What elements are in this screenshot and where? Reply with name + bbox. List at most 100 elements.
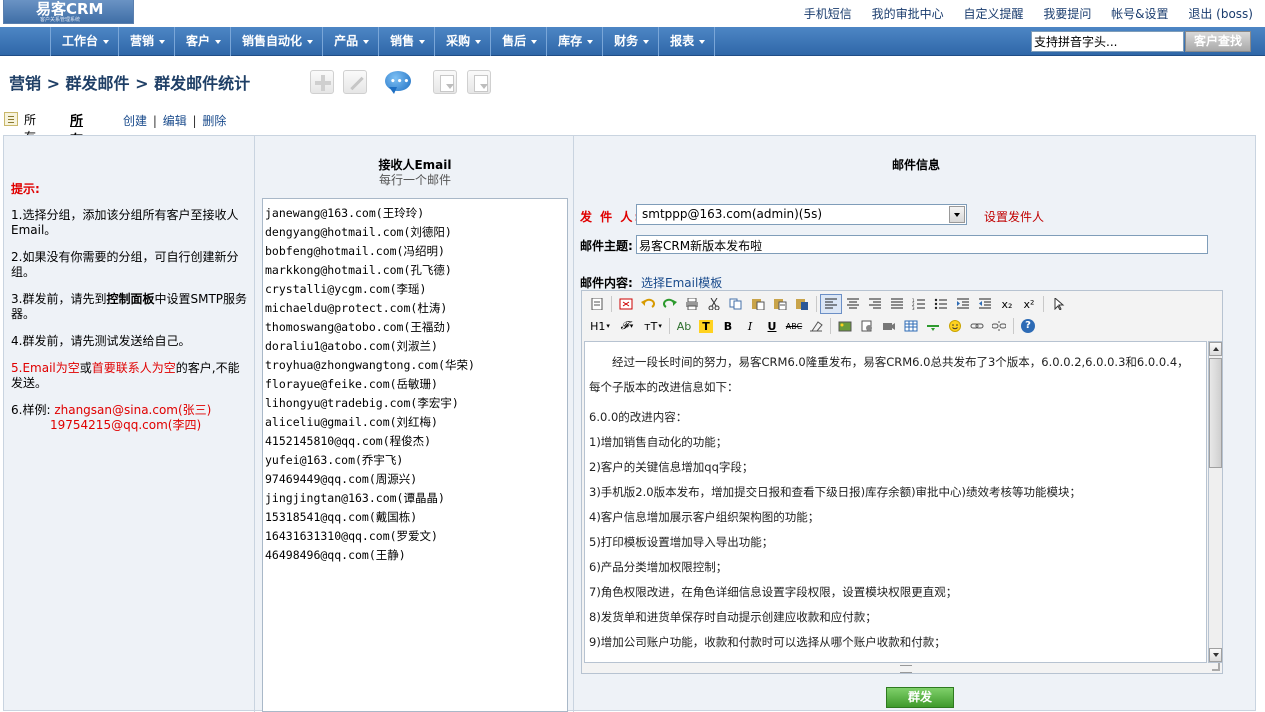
nav-sales[interactable]: 销售 xyxy=(378,27,434,56)
help-icon[interactable]: ? xyxy=(1017,316,1039,336)
align-center-icon[interactable] xyxy=(842,294,864,314)
emoticon-icon[interactable] xyxy=(944,316,966,336)
highlight-color-icon[interactable]: T xyxy=(695,316,717,336)
image-icon[interactable] xyxy=(834,316,856,336)
source-icon[interactable] xyxy=(586,294,608,314)
font-size-dropdown[interactable]: тT ▾ xyxy=(640,316,666,336)
select-all-icon[interactable] xyxy=(1047,294,1069,314)
sender-select[interactable]: smtppp@163.com(admin)(5s) xyxy=(636,204,967,225)
paste-text-icon[interactable] xyxy=(769,294,791,314)
remove-format-icon[interactable] xyxy=(805,316,827,336)
logo-subtext: 客户关系管理系统 xyxy=(40,17,81,23)
preview-icon[interactable] xyxy=(615,294,637,314)
paste-icon[interactable] xyxy=(747,294,769,314)
align-left-icon[interactable] xyxy=(820,294,842,314)
resize-grip-icon[interactable] xyxy=(900,665,912,673)
tip-4: 4.群发前，请先测试发送给自己。 xyxy=(11,334,191,348)
recipients-textarea[interactable]: janewang@163.com(王玲玲) dengyang@hotmail.c… xyxy=(262,198,568,712)
subscript-icon[interactable]: x₂ xyxy=(996,294,1018,314)
edit-icon[interactable] xyxy=(343,70,367,94)
italic-icon[interactable]: I xyxy=(739,316,761,336)
link-custom-reminder[interactable]: 自定义提醒 xyxy=(963,7,1023,21)
set-sender-link[interactable]: 设置发件人 xyxy=(984,208,1044,225)
recipient-line: michaeldu@protect.com(杜涛) xyxy=(265,301,448,315)
create-link[interactable]: 创建 xyxy=(123,114,147,128)
nav-inventory[interactable]: 库存 xyxy=(546,27,602,56)
nav-sales-automation[interactable]: 销售自动化 xyxy=(230,27,322,56)
link-sms[interactable]: 手机短信 xyxy=(804,7,852,21)
flash-icon[interactable] xyxy=(856,316,878,336)
edit-link[interactable]: 编辑 xyxy=(163,114,187,128)
link-logout[interactable]: 退出 (boss) xyxy=(1188,7,1253,21)
content-line: 9)增加公司账户功能，收款和付款时可以选择从哪个账户收款和付款； xyxy=(589,635,946,649)
nav-customers[interactable]: 客户 xyxy=(174,27,230,56)
align-right-icon[interactable] xyxy=(864,294,886,314)
scroll-up-icon[interactable] xyxy=(1209,342,1222,356)
import-icon[interactable] xyxy=(433,70,457,94)
recipient-line: markkong@hotmail.com(孔飞德) xyxy=(265,263,452,277)
cut-icon[interactable] xyxy=(703,294,725,314)
export-icon[interactable] xyxy=(467,70,491,94)
delete-link[interactable]: 删除 xyxy=(202,114,226,128)
link-account-settings[interactable]: 帐号&设置 xyxy=(1111,7,1168,21)
paste-word-icon[interactable] xyxy=(791,294,813,314)
undo-icon[interactable] xyxy=(637,294,659,314)
recipient-line: yufei@163.com(乔宇飞) xyxy=(265,453,404,467)
copy-icon[interactable] xyxy=(725,294,747,314)
editor-scrollbar[interactable] xyxy=(1208,341,1223,663)
subject-input[interactable]: 易客CRM新版本发布啦 xyxy=(636,235,1208,254)
link-ask-question[interactable]: 我要提问 xyxy=(1043,7,1091,21)
recipient-line: 4152145810@qq.com(程俊杰) xyxy=(265,434,432,448)
outdent-icon[interactable] xyxy=(974,294,996,314)
select-template-link[interactable]: 选择Email模板 xyxy=(641,274,722,291)
nav-after-sales[interactable]: 售后 xyxy=(490,27,546,56)
chevron-down-icon xyxy=(643,39,650,44)
editor-toolbar-row-2: H1 ▾ 𝓕 ▾ тT ▾ Ab T B I U ABC ? xyxy=(586,316,1039,336)
scroll-down-icon[interactable] xyxy=(1209,648,1222,662)
scroll-thumb[interactable] xyxy=(1209,358,1222,468)
nav-workbench[interactable]: 工作台 xyxy=(50,27,118,56)
heading-dropdown[interactable]: H1 ▾ xyxy=(586,316,614,336)
align-justify-icon[interactable] xyxy=(886,294,908,314)
link-icon[interactable] xyxy=(966,316,988,336)
editor-content[interactable]: 经过一段长时间的努力，易客CRM6.0隆重发布，易客CRM6.0总共发布了3个版… xyxy=(584,341,1207,663)
resize-corner-icon[interactable] xyxy=(1212,663,1220,671)
indent-icon[interactable] xyxy=(952,294,974,314)
unlink-icon[interactable] xyxy=(988,316,1010,336)
nav-products[interactable]: 产品 xyxy=(322,27,378,56)
print-icon[interactable] xyxy=(681,294,703,314)
superscript-icon[interactable]: x² xyxy=(1018,294,1040,314)
media-icon[interactable] xyxy=(878,316,900,336)
chevron-down-icon[interactable] xyxy=(949,206,965,223)
customer-search-input[interactable] xyxy=(1031,31,1184,52)
svg-text:3: 3 xyxy=(912,306,915,310)
nav-finance[interactable]: 财务 xyxy=(602,27,658,56)
recipient-line: jingjingtan@163.com(谭晶晶) xyxy=(265,491,445,505)
rich-text-editor: 123 x₂ x² H1 ▾ 𝓕 ▾ тT ▾ Ab T B I U ABC ?… xyxy=(581,290,1223,674)
strikethrough-icon[interactable]: ABC xyxy=(783,316,805,336)
recipient-line: thomoswang@atobo.com(王福劲) xyxy=(265,320,452,334)
app-logo[interactable]: 易客CRM 客户关系管理系统 xyxy=(3,0,134,24)
customer-search-button[interactable]: 客户查找 xyxy=(1185,31,1251,52)
unordered-list-icon[interactable] xyxy=(930,294,952,314)
font-color-icon[interactable]: Ab xyxy=(673,316,695,336)
add-icon[interactable] xyxy=(310,70,334,94)
message-icon[interactable]: ••• xyxy=(385,70,411,94)
content-line: 6.0.0的改进内容： xyxy=(589,410,688,424)
bold-icon[interactable]: B xyxy=(717,316,739,336)
content-line: 4)客户信息增加展示客户组织架构图的功能； xyxy=(589,510,820,524)
horizontal-rule-icon[interactable] xyxy=(922,316,944,336)
recipient-line: 97469449@qq.com(周源兴) xyxy=(265,472,418,486)
underline-icon[interactable]: U xyxy=(761,316,783,336)
link-approval-center[interactable]: 我的审批中心 xyxy=(872,7,944,21)
nav-reports[interactable]: 报表 xyxy=(658,27,716,56)
table-icon[interactable] xyxy=(900,316,922,336)
nav-marketing[interactable]: 营销 xyxy=(118,27,174,56)
send-button[interactable]: 群发 xyxy=(886,687,954,708)
redo-icon[interactable] xyxy=(659,294,681,314)
font-family-dropdown[interactable]: 𝓕 ▾ xyxy=(614,316,640,336)
ordered-list-icon[interactable]: 123 xyxy=(908,294,930,314)
recipient-line: troyhua@zhongwangtong.com(华荣) xyxy=(265,358,475,372)
recipient-line: crystalli@ycgm.com(李瑶) xyxy=(265,282,427,296)
nav-purchasing[interactable]: 采购 xyxy=(434,27,490,56)
